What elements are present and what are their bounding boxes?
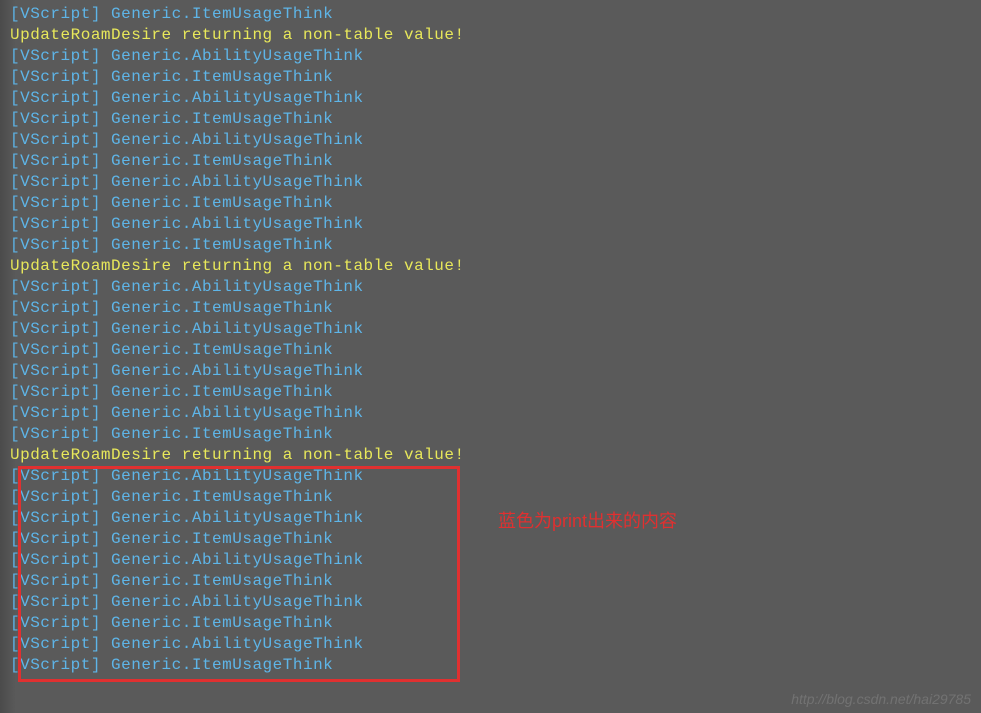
console-line: [VScript] Generic.ItemUsageThink [10,424,981,445]
console-line: UpdateRoamDesire returning a non-table v… [10,445,981,466]
vscript-message: Generic.ItemUsageThink [111,614,333,632]
console-line: [VScript] Generic.AbilityUsageThink [10,634,981,655]
vscript-message: Generic.AbilityUsageThink [111,509,364,527]
vscript-message: Generic.AbilityUsageThink [111,467,364,485]
vscript-message: Generic.ItemUsageThink [111,236,333,254]
console-line: [VScript] Generic.ItemUsageThink [10,193,981,214]
vscript-message: Generic.AbilityUsageThink [111,635,364,653]
vscript-message: Generic.ItemUsageThink [111,68,333,86]
vscript-message: Generic.ItemUsageThink [111,656,333,674]
vscript-tag: [VScript] [10,488,101,506]
vscript-message: Generic.ItemUsageThink [111,383,333,401]
vscript-tag: [VScript] [10,215,101,233]
console-line: [VScript] Generic.AbilityUsageThink [10,88,981,109]
vscript-tag: [VScript] [10,383,101,401]
warning-message: UpdateRoamDesire returning a non-table v… [10,446,465,464]
vscript-message: Generic.AbilityUsageThink [111,320,364,338]
console-line: [VScript] Generic.AbilityUsageThink [10,403,981,424]
console-line: [VScript] Generic.ItemUsageThink [10,655,981,676]
warning-message: UpdateRoamDesire returning a non-table v… [10,257,465,275]
console-line: [VScript] Generic.ItemUsageThink [10,571,981,592]
vscript-tag: [VScript] [10,194,101,212]
vscript-message: Generic.ItemUsageThink [111,572,333,590]
console-line: UpdateRoamDesire returning a non-table v… [10,256,981,277]
console-line: [VScript] Generic.AbilityUsageThink [10,550,981,571]
vscript-message: Generic.AbilityUsageThink [111,404,364,422]
vscript-tag: [VScript] [10,572,101,590]
console-line: [VScript] Generic.AbilityUsageThink [10,277,981,298]
vscript-tag: [VScript] [10,530,101,548]
vscript-message: Generic.ItemUsageThink [111,194,333,212]
console-line: [VScript] Generic.ItemUsageThink [10,382,981,403]
console-line: [VScript] Generic.ItemUsageThink [10,529,981,550]
vscript-message: Generic.ItemUsageThink [111,425,333,443]
console-line: [VScript] Generic.AbilityUsageThink [10,361,981,382]
console-line: [VScript] Generic.ItemUsageThink [10,235,981,256]
console-line: [VScript] Generic.AbilityUsageThink [10,172,981,193]
console-line: [VScript] Generic.AbilityUsageThink [10,508,981,529]
console-line: [VScript] Generic.ItemUsageThink [10,340,981,361]
vscript-message: Generic.AbilityUsageThink [111,215,364,233]
vscript-message: Generic.AbilityUsageThink [111,278,364,296]
vscript-message: Generic.AbilityUsageThink [111,131,364,149]
annotation-text: 蓝色为print出来的内容 [498,507,677,533]
vscript-tag: [VScript] [10,425,101,443]
vscript-message: Generic.ItemUsageThink [111,110,333,128]
vscript-tag: [VScript] [10,362,101,380]
vscript-tag: [VScript] [10,635,101,653]
vscript-tag: [VScript] [10,173,101,191]
vscript-tag: [VScript] [10,131,101,149]
console-line: [VScript] Generic.AbilityUsageThink [10,46,981,67]
console-line: [VScript] Generic.AbilityUsageThink [10,214,981,235]
watermark-text: http://blog.csdn.net/hai29785 [791,691,971,707]
vscript-message: Generic.ItemUsageThink [111,341,333,359]
vscript-message: Generic.ItemUsageThink [111,5,333,23]
vscript-tag: [VScript] [10,152,101,170]
vscript-tag: [VScript] [10,299,101,317]
vscript-message: Generic.ItemUsageThink [111,530,333,548]
console-line: [VScript] Generic.ItemUsageThink [10,151,981,172]
vscript-tag: [VScript] [10,509,101,527]
console-line: [VScript] Generic.AbilityUsageThink [10,592,981,613]
vscript-tag: [VScript] [10,89,101,107]
vscript-tag: [VScript] [10,320,101,338]
console-line: [VScript] Generic.ItemUsageThink [10,67,981,88]
vscript-message: Generic.AbilityUsageThink [111,551,364,569]
vscript-tag: [VScript] [10,656,101,674]
vscript-message: Generic.ItemUsageThink [111,299,333,317]
vscript-message: Generic.AbilityUsageThink [111,362,364,380]
vscript-tag: [VScript] [10,47,101,65]
vscript-tag: [VScript] [10,278,101,296]
vscript-message: Generic.AbilityUsageThink [111,47,364,65]
vscript-message: Generic.ItemUsageThink [111,152,333,170]
vscript-message: Generic.AbilityUsageThink [111,173,364,191]
window-edge [0,0,16,713]
vscript-message: Generic.ItemUsageThink [111,488,333,506]
vscript-tag: [VScript] [10,110,101,128]
console-line: [VScript] Generic.ItemUsageThink [10,298,981,319]
console-line: [VScript] Generic.AbilityUsageThink [10,130,981,151]
vscript-message: Generic.AbilityUsageThink [111,593,364,611]
console-line: [VScript] Generic.AbilityUsageThink [10,466,981,487]
console-output: [VScript] Generic.ItemUsageThinkUpdateRo… [10,4,981,676]
warning-message: UpdateRoamDesire returning a non-table v… [10,26,465,44]
vscript-tag: [VScript] [10,341,101,359]
vscript-tag: [VScript] [10,68,101,86]
vscript-tag: [VScript] [10,404,101,422]
console-line: [VScript] Generic.AbilityUsageThink [10,319,981,340]
vscript-tag: [VScript] [10,593,101,611]
console-line: [VScript] Generic.ItemUsageThink [10,109,981,130]
console-line: [VScript] Generic.ItemUsageThink [10,487,981,508]
console-line: [VScript] Generic.ItemUsageThink [10,613,981,634]
vscript-tag: [VScript] [10,467,101,485]
vscript-message: Generic.AbilityUsageThink [111,89,364,107]
vscript-tag: [VScript] [10,614,101,632]
console-line: [VScript] Generic.ItemUsageThink [10,4,981,25]
vscript-tag: [VScript] [10,236,101,254]
vscript-tag: [VScript] [10,551,101,569]
vscript-tag: [VScript] [10,5,101,23]
console-line: UpdateRoamDesire returning a non-table v… [10,25,981,46]
